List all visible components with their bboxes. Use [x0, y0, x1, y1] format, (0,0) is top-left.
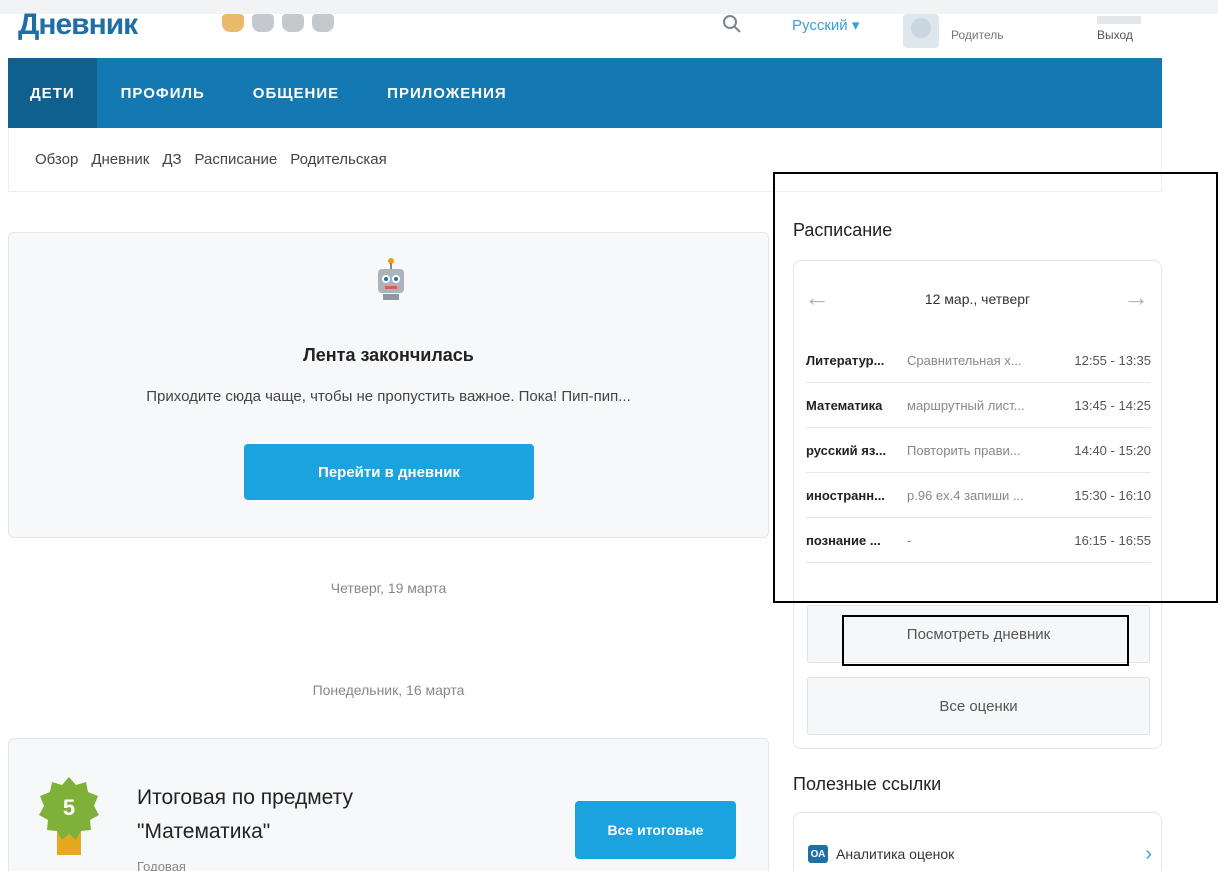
all-final-grades-button[interactable]: Все итоговые	[575, 801, 736, 859]
search-icon[interactable]	[722, 14, 742, 34]
trophy-icon[interactable]	[252, 14, 274, 32]
bell-icon[interactable]	[282, 14, 304, 32]
info-icon[interactable]	[312, 14, 334, 32]
link-grade-analytics[interactable]: ОА Аналитика оценок ›	[808, 841, 1152, 867]
tab-profile[interactable]: ПРОФИЛЬ	[97, 58, 229, 128]
useful-links-heading: Полезные ссылки	[793, 774, 942, 794]
tab-communication[interactable]: ОБЩЕНИЕ	[229, 58, 363, 128]
annotation-box	[773, 172, 1218, 603]
grade-subtitle: Годовая	[137, 859, 186, 871]
language-selector[interactable]: Русский ▾	[792, 16, 859, 34]
subnav-diary[interactable]: Дневник	[91, 151, 149, 168]
tab-children[interactable]: ДЕТИ	[8, 58, 97, 128]
logout-link[interactable]: Выход	[1097, 16, 1141, 42]
useful-links-card: ОА Аналитика оценок ›	[793, 812, 1162, 871]
header-badges	[222, 14, 334, 32]
subnav-parental[interactable]: Родительская	[290, 151, 386, 168]
main-nav: ДЕТИ ПРОФИЛЬ ОБЩЕНИЕ ПРИЛОЖЕНИЯ	[8, 58, 1162, 128]
grade-value: 5	[62, 795, 76, 820]
award-icon[interactable]	[222, 14, 244, 32]
final-grade-card: 5 Итоговая по предмету "Математика" Годо…	[8, 738, 769, 871]
tab-apps[interactable]: ПРИЛОЖЕНИЯ	[363, 58, 531, 128]
browser-top-strip	[0, 0, 1218, 14]
subnav-homework[interactable]: ДЗ	[162, 151, 181, 168]
subnav-overview[interactable]: Обзор	[35, 151, 78, 168]
link-label: Аналитика оценок	[836, 846, 955, 862]
header: Дневник Русский ▾ Родитель Выход	[0, 8, 1218, 58]
subnav-schedule[interactable]: Расписание	[195, 151, 278, 168]
user-role: Родитель	[951, 28, 1004, 42]
go-to-diary-button[interactable]: Перейти в дневник	[244, 444, 534, 500]
grade-subject: "Математика"	[137, 820, 271, 843]
site-logo[interactable]: Дневник	[18, 8, 138, 42]
date-label: Четверг, 19 марта	[330, 580, 447, 596]
feed-end-card: Лента закончилась Приходите сюда чаще, ч…	[8, 232, 769, 538]
feed-end-text: Приходите сюда чаще, чтобы не пропустить…	[146, 388, 631, 405]
annotation-box	[842, 615, 1129, 666]
all-grades-button[interactable]: Все оценки	[807, 677, 1150, 735]
date-label: Понедельник, 16 марта	[312, 682, 465, 698]
grade-title-line: Итоговая по предмету	[137, 786, 354, 809]
analytics-icon: ОА	[808, 845, 828, 863]
feed-end-title: Лента закончилась	[303, 345, 474, 365]
grade-title: Итоговая по предмету "Математика"	[137, 781, 353, 849]
avatar[interactable]	[903, 14, 939, 48]
robot-icon	[378, 258, 404, 300]
chevron-right-icon: ›	[1145, 842, 1152, 865]
